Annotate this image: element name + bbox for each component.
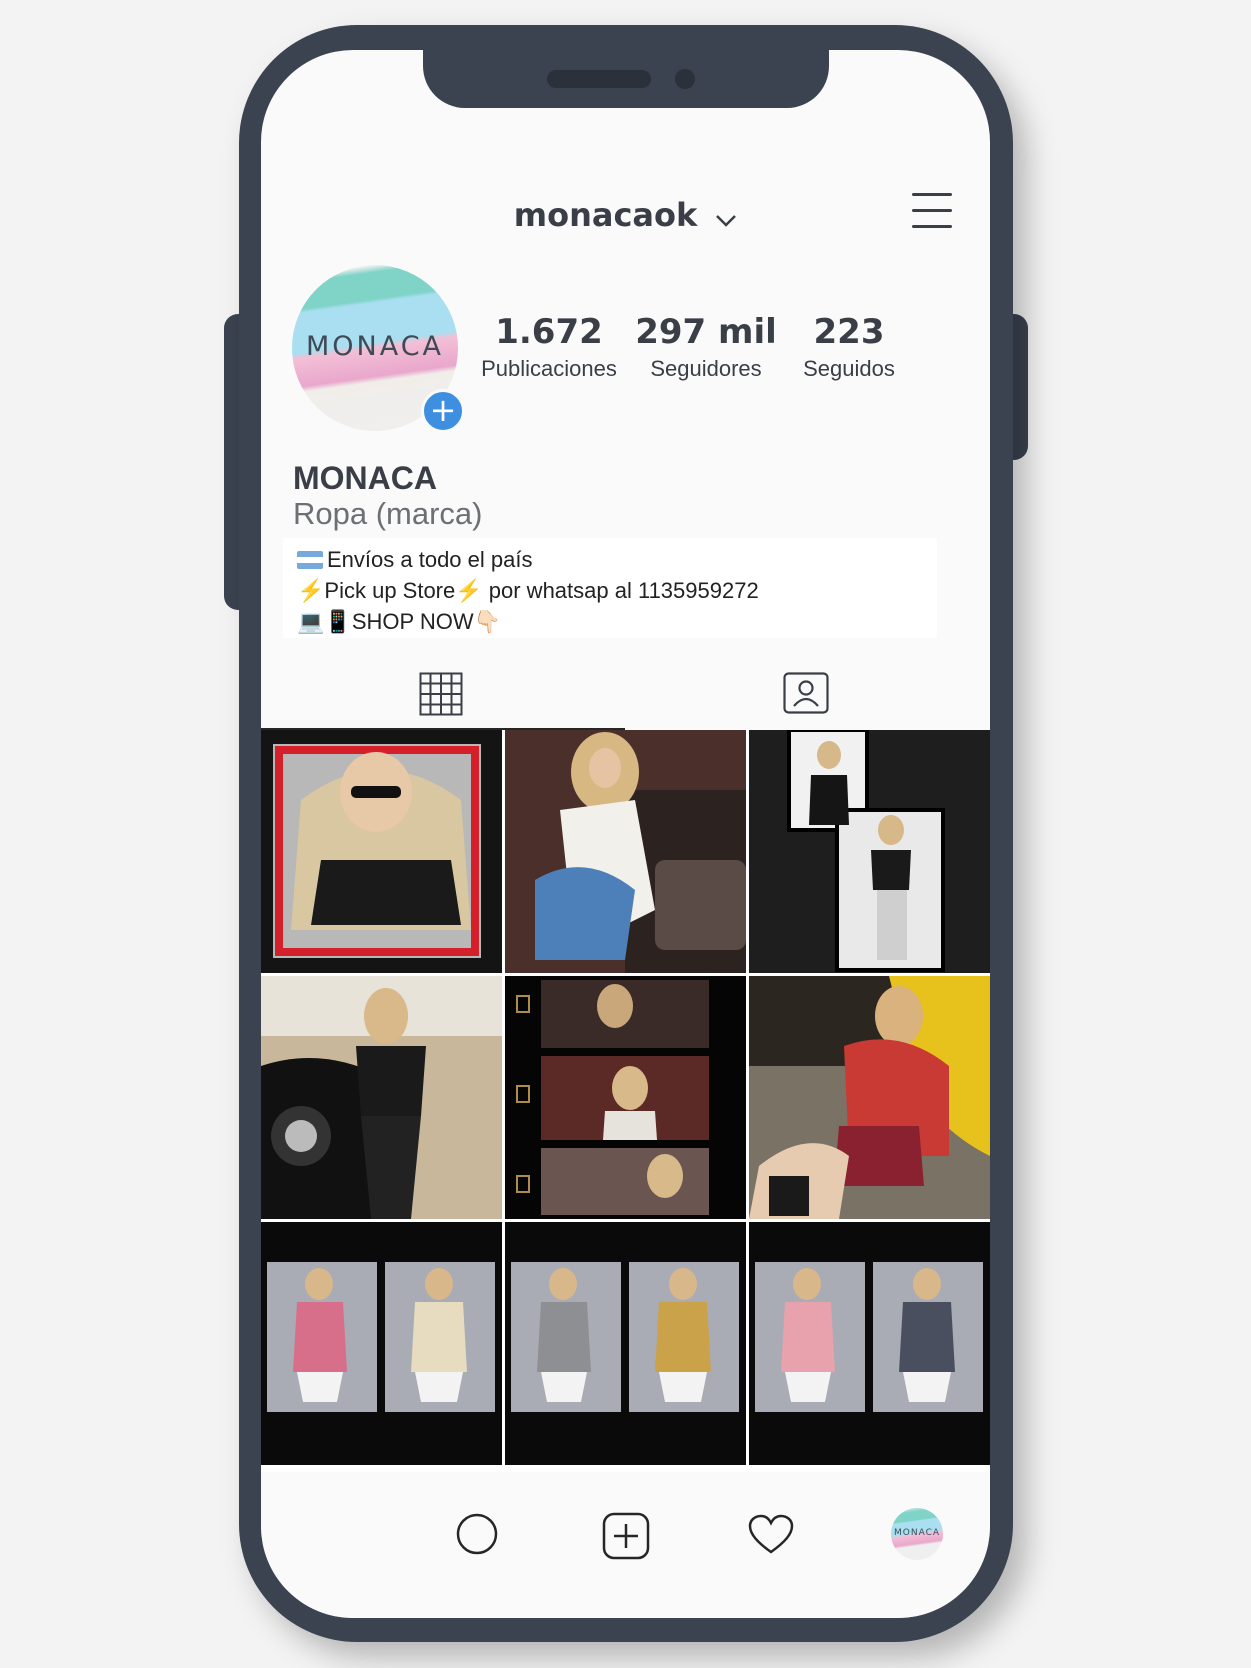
laptop-icon: 💻 <box>297 609 325 634</box>
bio-line-shipping: Envíos a todo el país <box>297 544 923 575</box>
pointing-down-icon: 👇🏻 <box>473 609 502 634</box>
profile-bio: Envíos a todo el país ⚡Pick up Store⚡ po… <box>283 538 937 638</box>
post-thumbnail[interactable] <box>749 730 990 973</box>
bottom-navigation: MONACA <box>261 1472 990 1618</box>
bio-text: Pick up Store <box>324 578 456 603</box>
post-thumbnail[interactable] <box>505 1222 746 1465</box>
heart-icon[interactable] <box>747 1514 795 1561</box>
phone-screen: monacaok MONACA + 1.672 Publicaciones 29… <box>261 50 990 1618</box>
hamburger-icon[interactable] <box>912 193 952 229</box>
username-label: monacaok <box>513 196 698 234</box>
post-thumbnail[interactable] <box>505 730 746 973</box>
profile-category: Ropa (marca) <box>293 496 483 531</box>
front-camera <box>675 69 695 89</box>
stat-value: 1.672 <box>495 312 603 352</box>
nav-avatar-logo-text: MONACA <box>893 1528 941 1538</box>
stat-seguidos[interactable]: 223 Seguidos <box>779 312 919 382</box>
bio-text: SHOP NOW <box>351 609 474 634</box>
post-thumbnail[interactable] <box>261 730 502 973</box>
argentina-flag-icon <box>297 551 323 569</box>
phone-notch <box>423 50 829 108</box>
stat-value: 223 <box>813 312 885 352</box>
add-post-icon[interactable] <box>602 1512 650 1565</box>
stat-publicaciones[interactable]: 1.672 Publicaciones <box>459 312 639 382</box>
posts-grid <box>261 730 990 1472</box>
home-icon[interactable] <box>455 1512 499 1561</box>
post-thumbnail[interactable] <box>749 976 990 1219</box>
post-thumbnail[interactable] <box>261 976 502 1219</box>
bio-line-shop: 💻📱SHOP NOW👇🏻 <box>297 606 923 637</box>
post-thumbnail[interactable] <box>749 1222 990 1465</box>
grid-icon[interactable] <box>419 672 463 721</box>
lightning-icon: ⚡ <box>297 578 325 603</box>
post-thumbnail[interactable] <box>261 1222 502 1465</box>
post-thumbnail[interactable] <box>505 976 746 1219</box>
bio-text-whatsapp: por whatsap al 1135959272 <box>482 578 759 603</box>
avatar-logo-text: MONACA <box>305 331 445 362</box>
speaker-grille <box>547 70 651 88</box>
bio-line-pickup: ⚡Pick up Store⚡ por whatsap al 113595927… <box>297 575 923 606</box>
add-story-button[interactable]: + <box>421 389 465 433</box>
profile-username-switcher[interactable]: monacaok <box>261 196 990 236</box>
stat-label: Seguidos <box>803 356 895 381</box>
profile-avatar-tab[interactable]: MONACA <box>891 1508 943 1560</box>
lightning-icon: ⚡ <box>455 578 483 603</box>
stat-label: Publicaciones <box>481 356 617 381</box>
tagged-user-icon[interactable] <box>783 672 829 719</box>
mobile-phone-icon: 📱 <box>324 609 352 634</box>
profile-tabs <box>261 640 990 730</box>
stat-label: Seguidores <box>650 356 762 381</box>
stat-value: 297 mil <box>635 312 777 352</box>
profile-name: MONACA <box>293 460 437 496</box>
stat-seguidores[interactable]: 297 mil Seguidores <box>621 312 791 382</box>
bio-text: Envíos a todo el país <box>327 547 533 572</box>
chevron-down-icon <box>715 198 737 236</box>
